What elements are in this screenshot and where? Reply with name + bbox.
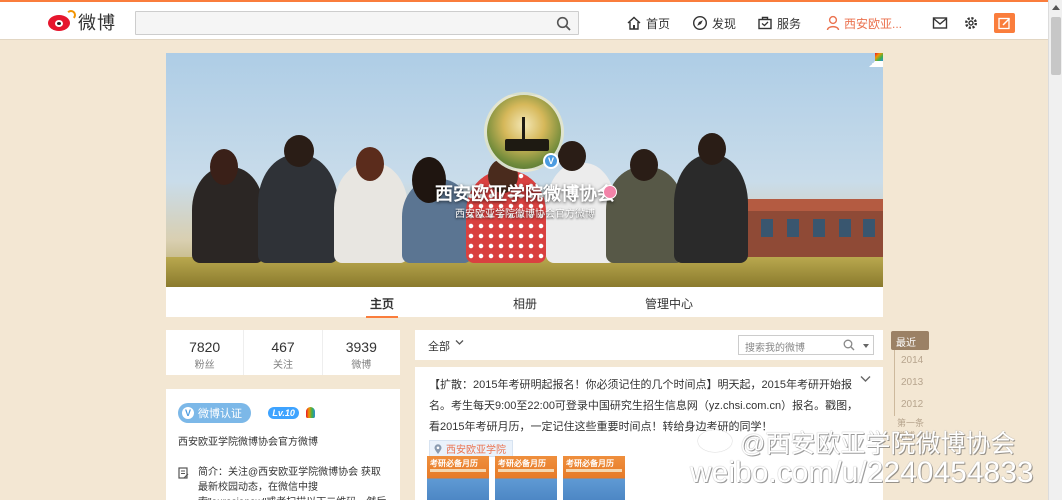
top-navigation-bar: 微博 首页 发现 服务 西安欧亚... [0, 0, 1048, 40]
stat-label: 关注 [272, 360, 293, 371]
watermark-url: weibo.com/u/2240454833 [690, 456, 1034, 489]
global-search-input[interactable] [135, 11, 579, 35]
post-image-title: 考研必备月历 [566, 459, 614, 468]
cover-building [743, 199, 883, 261]
page-scrollbar[interactable] [1048, 0, 1062, 500]
year-nav-item[interactable]: 2014 [894, 350, 929, 372]
location-pin-icon [434, 443, 442, 454]
scroll-thumb[interactable] [1051, 17, 1061, 75]
profile-description: 西安欧亚学院微博协会官方微博 [455, 209, 595, 220]
briefcase-icon [758, 16, 772, 30]
verified-v-icon: V [182, 407, 194, 419]
logo-text: 微博 [78, 13, 116, 34]
compose-button[interactable] [994, 13, 1015, 33]
year-nav-item[interactable]: 2013 [894, 372, 929, 394]
my-posts-search-input[interactable]: 搜索我的微博 [738, 335, 874, 355]
my-posts-search-placeholder: 搜索我的微博 [745, 343, 805, 354]
weibo-logo[interactable]: 微博 [48, 10, 116, 34]
stat-label: 粉丝 [194, 360, 215, 371]
gear-icon [964, 16, 978, 30]
weibo-eye-icon [48, 10, 76, 33]
user-level-badge[interactable]: Lv.10 [268, 406, 299, 419]
profile-tabs: 主页 相册 管理中心 [166, 287, 883, 318]
tab-album[interactable]: 相册 [513, 295, 537, 312]
nav-user-profile[interactable]: 西安欧亚... [826, 14, 902, 32]
verified-badge-icon: V [543, 153, 559, 169]
settings-button[interactable] [961, 13, 981, 33]
feed-filter-all[interactable]: 全部 [428, 338, 450, 354]
stat-label: 微博 [351, 360, 372, 371]
verification-label: 微博认证 [198, 408, 242, 420]
profile-intro: 简介：关注@西安欧亚学院微博协会 获取最新校园动态，在微信中搜索"eurasia… [178, 465, 388, 500]
search-dropdown-arrow-icon[interactable] [863, 344, 869, 348]
year-nav-recent[interactable]: 最近 [891, 331, 929, 350]
home-icon [627, 16, 641, 30]
stat-posts[interactable]: 3939 微博 [323, 330, 400, 375]
profile-intro-text: 简介：关注@西安欧亚学院微博协会 获取最新校园动态，在微信中搜索"eurasia… [198, 467, 386, 500]
weibo-verification-badge[interactable]: V 微博认证 [178, 403, 251, 423]
post-image-grid: 考研必备月历 考研必备月历 考研必备月历 [427, 456, 625, 500]
post-location-label: 西安欧亚学院 [446, 445, 506, 456]
nav-home[interactable]: 首页 [626, 14, 670, 32]
chevron-down-icon[interactable] [455, 339, 464, 346]
stat-value: 7820 [189, 339, 221, 355]
rainbow-badge-icon[interactable] [306, 407, 316, 419]
post-image[interactable]: 考研必备月历 [427, 456, 489, 500]
post-image[interactable]: 考研必备月历 [563, 456, 625, 500]
stat-value: 467 [271, 339, 295, 355]
tab-home[interactable]: 主页 [365, 295, 399, 318]
search-icon[interactable] [843, 339, 855, 351]
profile-info-card: V 微博认证 Lv.10 西安欧亚学院微博协会官方微博 简介：关注@西安欧亚学院微… [166, 389, 400, 500]
post-image-title: 考研必备月历 [430, 459, 478, 468]
nav-home-label: 首页 [646, 16, 671, 31]
scroll-up-arrow-icon[interactable] [1052, 5, 1060, 10]
profile-name: 西安欧亚学院微博协会 [435, 184, 615, 204]
compass-icon [692, 15, 708, 31]
cover-corner-flag-icon[interactable] [869, 53, 883, 67]
stat-value: 3939 [345, 339, 377, 355]
post-image[interactable]: 考研必备月历 [495, 456, 557, 500]
gender-female-icon [603, 185, 617, 199]
chevron-down-icon[interactable] [860, 375, 871, 383]
profile-stats: 7820 粉丝 467 关注 3939 微博 [166, 330, 400, 375]
nav-service[interactable]: 服务 [757, 14, 801, 32]
verification-info: 西安欧亚学院微博协会官方微博 [178, 437, 318, 448]
user-icon [826, 15, 840, 31]
weibo-watermark-logo-icon [698, 430, 732, 452]
nav-service-label: 服务 [777, 16, 802, 31]
year-nav-item[interactable]: 2012 [894, 394, 929, 416]
stat-following[interactable]: 467 关注 [244, 330, 323, 375]
search-icon[interactable] [556, 16, 572, 32]
feed-filter-bar: 全部 搜索我的微博 [415, 330, 883, 360]
tab-management[interactable]: 管理中心 [645, 295, 693, 312]
watermark-handle: @西安欧亚学院微博协会 [740, 430, 1016, 458]
post-image-title: 考研必备月历 [498, 459, 546, 468]
nav-discover-label: 发现 [712, 16, 737, 31]
mail-icon [932, 17, 948, 29]
edit-icon [998, 17, 1011, 29]
nav-discover[interactable]: 发现 [692, 14, 736, 32]
nav-user-label: 西安欧亚... [844, 16, 903, 31]
stat-followers[interactable]: 7820 粉丝 [166, 330, 245, 375]
messages-button[interactable] [930, 13, 950, 33]
document-icon [178, 467, 189, 479]
post-location-tag[interactable]: 西安欧亚学院 [429, 440, 513, 457]
